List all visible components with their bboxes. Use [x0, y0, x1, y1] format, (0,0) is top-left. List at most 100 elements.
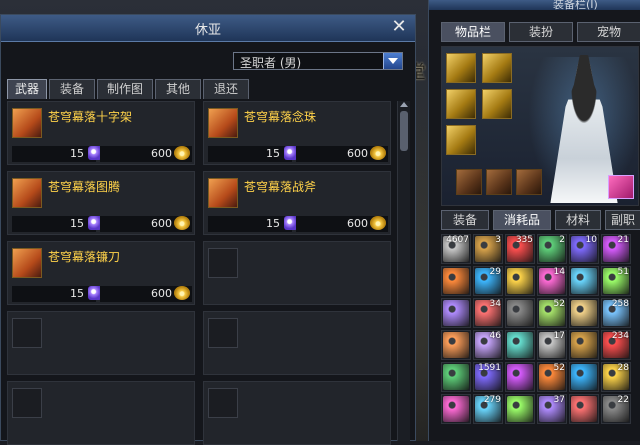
- tab-return[interactable]: 退还: [203, 79, 249, 99]
- inventory-window: 装备栏(I) 物品栏 装扮 宠物 装备 消耗品 材料 副职 4607 3 335 2 1…: [428, 0, 640, 441]
- inventory-slot[interactable]: 52: [537, 298, 567, 328]
- stack-count: 234: [611, 331, 629, 341]
- tab-equipment[interactable]: 装备: [49, 79, 95, 99]
- inventory-slot[interactable]: [441, 362, 471, 392]
- scythe-weapon-icon: [12, 248, 42, 278]
- tab-weapons[interactable]: 武器: [7, 79, 47, 99]
- subtab-consumables[interactable]: 消耗品: [493, 210, 551, 230]
- stack-count: 52: [553, 299, 565, 309]
- inventory-slot[interactable]: 29: [473, 266, 503, 296]
- inventory-slot[interactable]: 46: [473, 330, 503, 360]
- subtab-subjob[interactable]: 副职: [605, 210, 640, 230]
- inventory-slot[interactable]: [569, 330, 599, 360]
- consumable-item-icon: [443, 300, 469, 326]
- tab-pets[interactable]: 宠物: [577, 22, 640, 42]
- inventory-slot[interactable]: 17: [537, 330, 567, 360]
- consumable-item-icon: [571, 364, 597, 390]
- inventory-slot[interactable]: 3: [473, 234, 503, 264]
- shop-empty-slot: [203, 381, 391, 445]
- shop-item-slot[interactable]: 苍穹幕落图腾 15 600: [7, 171, 195, 235]
- inventory-slot[interactable]: [569, 298, 599, 328]
- inventory-slot[interactable]: 28: [601, 362, 631, 392]
- shop-scrollbar[interactable]: [397, 101, 410, 441]
- gold-coin-icon: [174, 286, 190, 300]
- equip-slot-bottom[interactable]: [482, 89, 512, 119]
- inventory-slot[interactable]: [505, 330, 535, 360]
- dropdown-arrow-icon[interactable]: [383, 53, 402, 69]
- equip-slot-accessory-3[interactable]: [516, 169, 542, 195]
- equip-slot-accessory-1[interactable]: [456, 169, 482, 195]
- stack-count: 46: [489, 331, 501, 341]
- tab-other[interactable]: 其他: [155, 79, 201, 99]
- equip-slot-accessory-2[interactable]: [486, 169, 512, 195]
- equip-slot-top[interactable]: [446, 89, 476, 119]
- inventory-slot[interactable]: [441, 394, 471, 424]
- shop-title-bar[interactable]: 休亚 ✕: [1, 15, 415, 42]
- shop-item-slot[interactable]: 苍穹幕落镰刀 15 600: [7, 241, 195, 305]
- inventory-slot[interactable]: 51: [601, 266, 631, 296]
- inventory-slot[interactable]: 10: [569, 234, 599, 264]
- tab-items[interactable]: 物品栏: [441, 22, 505, 42]
- inventory-slot[interactable]: [505, 298, 535, 328]
- inventory-slot[interactable]: 22: [601, 394, 631, 424]
- inventory-slot[interactable]: 52: [537, 362, 567, 392]
- empty-slot-icon: [12, 388, 42, 418]
- empty-slot-icon: [12, 318, 42, 348]
- shop-empty-slot: [203, 241, 391, 305]
- inventory-slot[interactable]: 1591: [473, 362, 503, 392]
- gold-coin-icon: [174, 146, 190, 160]
- item-name: 苍穹幕落战斧: [244, 180, 317, 194]
- inventory-slot[interactable]: [569, 362, 599, 392]
- shop-empty-slot: [203, 311, 391, 375]
- class-filter-value: 圣职者 (男): [240, 56, 302, 70]
- stack-count: 335: [515, 235, 533, 245]
- scroll-up-arrow-icon[interactable]: [399, 101, 409, 109]
- inventory-title: 装备栏(I): [553, 0, 598, 11]
- inventory-slot[interactable]: [569, 266, 599, 296]
- consumable-item-icon: [507, 300, 533, 326]
- class-filter-select[interactable]: 圣职者 (男): [233, 52, 403, 70]
- inventory-slot[interactable]: [505, 362, 535, 392]
- inventory-slot[interactable]: [441, 330, 471, 360]
- equip-slot-weapon[interactable]: [446, 53, 476, 83]
- subtab-equipment[interactable]: 装备: [441, 210, 489, 230]
- shop-item-list: 苍穹幕落十字架 15 600 苍穹幕落念珠 15 600 苍穹幕落图腾 15 6…: [7, 101, 393, 445]
- inventory-slot[interactable]: 21: [601, 234, 631, 264]
- item-price: 600: [151, 147, 172, 160]
- inventory-slot[interactable]: 37: [537, 394, 567, 424]
- item-name: 苍穹幕落念珠: [244, 110, 317, 124]
- scroll-thumb[interactable]: [400, 111, 408, 151]
- tab-recipes[interactable]: 制作图: [97, 79, 153, 99]
- inventory-slot[interactable]: 258: [601, 298, 631, 328]
- equip-slot-title[interactable]: [482, 53, 512, 83]
- equip-slot-belt[interactable]: [446, 125, 476, 155]
- consumable-item-icon: [443, 396, 469, 422]
- inventory-slot[interactable]: [441, 266, 471, 296]
- inventory-slot[interactable]: 234: [601, 330, 631, 360]
- close-button[interactable]: ✕: [389, 17, 409, 37]
- inventory-slot[interactable]: 279: [473, 394, 503, 424]
- shop-item-slot[interactable]: 苍穹幕落十字架 15 600: [7, 101, 195, 165]
- stack-count: 51: [617, 267, 629, 277]
- inventory-slot[interactable]: [569, 394, 599, 424]
- inventory-slot[interactable]: 34: [473, 298, 503, 328]
- stack-count: 2: [559, 235, 565, 245]
- inventory-title-bar[interactable]: 装备栏(I): [429, 0, 640, 11]
- item-price: 600: [347, 217, 368, 230]
- item-name: 苍穹幕落图腾: [48, 180, 121, 194]
- shop-item-slot[interactable]: 苍穹幕落念珠 15 600: [203, 101, 391, 165]
- consumable-item-icon: [507, 364, 533, 390]
- inventory-slot[interactable]: 4607: [441, 234, 471, 264]
- heart-item-icon[interactable]: [608, 175, 634, 199]
- inventory-slot[interactable]: [505, 394, 535, 424]
- shop-item-slot[interactable]: 苍穹幕落战斧 15 600: [203, 171, 391, 235]
- item-quantity: 15: [70, 287, 84, 300]
- inventory-slot[interactable]: 14: [537, 266, 567, 296]
- tab-avatar[interactable]: 装扮: [509, 22, 573, 42]
- inventory-slot[interactable]: 335: [505, 234, 535, 264]
- inventory-slot[interactable]: [441, 298, 471, 328]
- inventory-slot[interactable]: [505, 266, 535, 296]
- stack-count: 28: [617, 363, 629, 373]
- inventory-slot[interactable]: 2: [537, 234, 567, 264]
- subtab-materials[interactable]: 材料: [555, 210, 601, 230]
